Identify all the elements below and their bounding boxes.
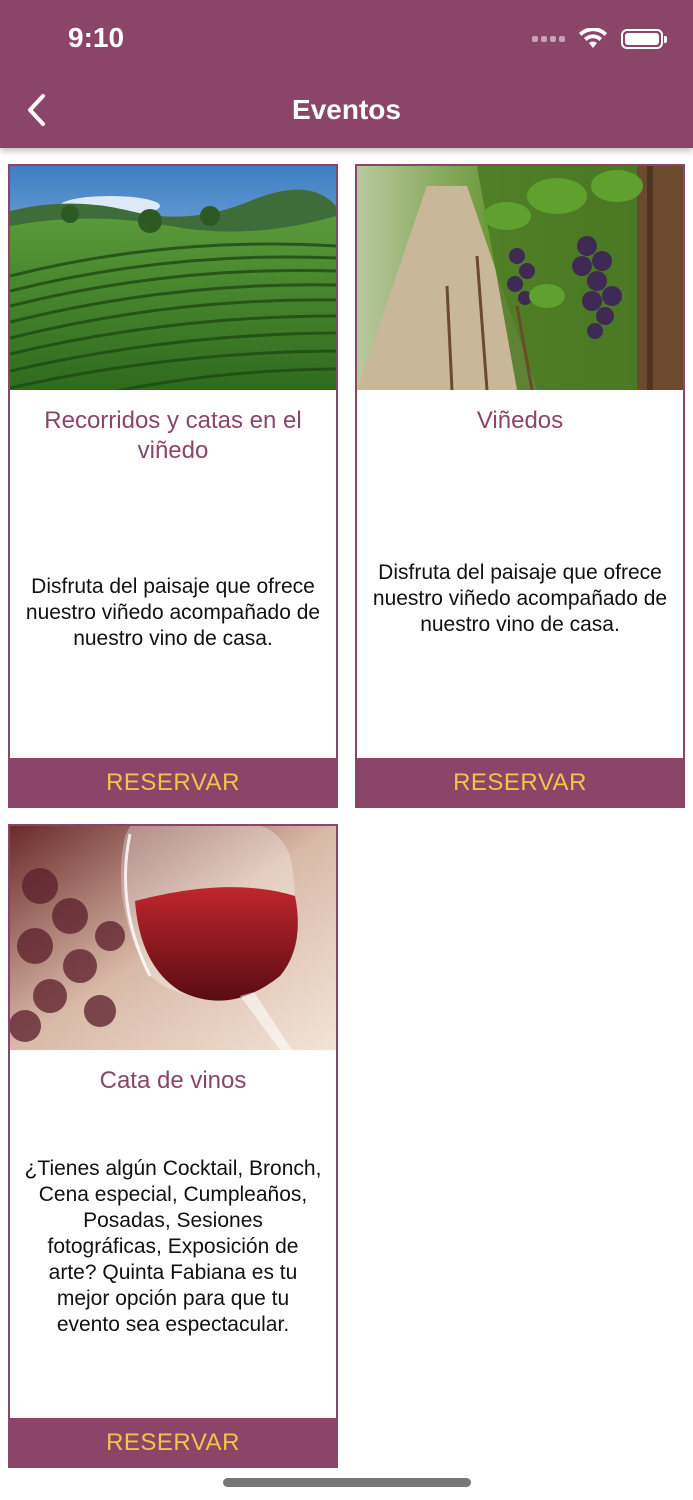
- vineyard-hills-image: [10, 166, 336, 390]
- card-title: Cata de vinos: [99, 1067, 247, 1094]
- reservar-button[interactable]: RESERVAR: [8, 758, 338, 808]
- wine-glass-image: [10, 826, 336, 1050]
- card-description: Disfruta del paisaje que ofrece nuestro …: [25, 575, 321, 650]
- status-icons: [532, 24, 667, 54]
- event-card-vinedos: Viñedos Disfruta del paisaje que ofrece …: [355, 164, 685, 808]
- home-indicator: [223, 1478, 471, 1487]
- card-description: Disfruta del paisaje que ofrece nuestro …: [372, 561, 668, 636]
- card-description: ¿Tienes algún Cocktail, Bronch, Cena esp…: [24, 1157, 322, 1336]
- status-time: 9:10: [68, 22, 125, 53]
- cellular-signal-icon: [532, 36, 565, 42]
- event-card-recorridos: Recorridos y catas en el viñedo Disfruta…: [8, 164, 338, 808]
- app-header: 9:10 Eventos: [0, 0, 693, 148]
- card-title: Viñedos: [476, 407, 564, 434]
- event-card-cata-de-vinos: Cata de vinos ¿Tienes algún Cocktail, Br…: [8, 824, 338, 1468]
- card-title: Recorridos y catas en el viñedo: [44, 407, 302, 464]
- reservar-button[interactable]: RESERVAR: [355, 758, 685, 808]
- wifi-icon: [579, 28, 607, 48]
- battery-icon: [621, 29, 667, 49]
- reservar-button[interactable]: RESERVAR: [8, 1418, 338, 1468]
- grape-vines-image: [357, 166, 683, 390]
- page-title: Eventos: [292, 94, 401, 125]
